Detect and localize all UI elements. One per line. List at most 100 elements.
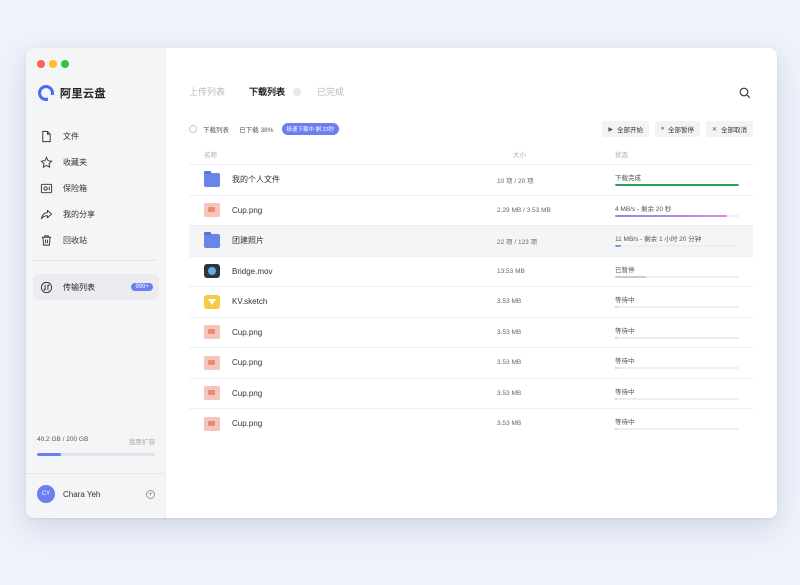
- logo-icon: [38, 85, 54, 101]
- table-row[interactable]: 我的个人文件 10 项 / 20 项 下载完成: [189, 164, 753, 195]
- transfer-status: 等待中: [615, 419, 635, 426]
- tab-upload[interactable]: 上传列表: [189, 85, 225, 98]
- pause-all-button[interactable]: ⏸ 全部暂停: [654, 121, 700, 137]
- select-all-checkbox[interactable]: [189, 125, 197, 133]
- file-size: 10 项 / 20 项: [497, 177, 534, 185]
- table-row[interactable]: Cup.png 3.53 MB 等待中: [189, 377, 753, 409]
- storage-progress-bar: [37, 453, 155, 456]
- user-name: Chara Yeh: [63, 489, 101, 499]
- main-panel: 上传列表 下载列表 已完成 下载列表 · 已下载 38% 极速下载中 剩 23秒 ▶…: [166, 48, 777, 518]
- transfer-tabs: 上传列表 下载列表 已完成: [189, 85, 344, 98]
- file-name: 团建照片: [232, 236, 264, 246]
- add-account-icon[interactable]: +: [146, 489, 155, 499]
- storage-usage: 40.2 GB / 200 GB 我要扩容: [37, 436, 155, 456]
- sidebar-item-trash[interactable]: 回收站: [38, 227, 158, 253]
- table-row[interactable]: Cup.png 2.29 MB / 3.53 MB 4 MB/s - 剩余 20 秒: [189, 194, 753, 226]
- table-row[interactable]: Bridge.mov 13.53 MB 已暂停: [189, 255, 753, 287]
- app-window: 阿里云盘 文件 收藏夹 保险箱 我的分享 回收站 传输列表 999+ 40.2 …: [26, 48, 777, 518]
- search-icon[interactable]: [739, 86, 751, 99]
- play-icon: ▶: [608, 126, 613, 133]
- sidebar-item-transfer[interactable]: 传输列表 999+: [33, 274, 159, 300]
- table-row[interactable]: Cup.png 3.53 MB 等待中: [189, 316, 753, 348]
- storage-used-text: 40.2 GB / 200 GB: [37, 436, 89, 443]
- start-all-button[interactable]: ▶ 全部开始: [602, 121, 649, 137]
- close-icon: ✕: [711, 126, 717, 133]
- share-icon: [40, 208, 53, 221]
- image-file-icon: [204, 386, 220, 401]
- progress-fill: [615, 367, 618, 369]
- sidebar-item-label: 文件: [63, 131, 79, 141]
- sidebar-item-safe[interactable]: 保险箱: [38, 175, 158, 201]
- image-file-icon: [204, 325, 220, 340]
- cancel-all-button[interactable]: ✕ 全部取消: [705, 121, 753, 137]
- download-list-label: 下载列表: [203, 127, 229, 134]
- progress-bar: [615, 214, 739, 217]
- progress-fill: [615, 184, 739, 186]
- folder-icon: [204, 170, 220, 187]
- user-profile[interactable]: CY Chara Yeh +: [37, 485, 155, 503]
- zoom-window-button[interactable]: [61, 60, 69, 68]
- safe-icon: [40, 182, 53, 195]
- file-size: 3.53 MB: [497, 389, 522, 397]
- minimize-window-button[interactable]: [49, 60, 57, 68]
- sidebar-divider: [34, 260, 157, 261]
- column-header-status[interactable]: 状态: [615, 149, 628, 159]
- sidebar-item-share[interactable]: 我的分享: [38, 201, 158, 227]
- file-name: Cup.png: [232, 358, 263, 368]
- speed-boost-tag: 极速下载中 剩 23秒: [281, 123, 340, 135]
- table-row[interactable]: Cup.png 3.53 MB 等待中: [189, 347, 753, 378]
- sidebar-item-label: 传输列表: [63, 282, 95, 292]
- file-size: 3.53 MB: [497, 328, 522, 336]
- transfer-status: 11 MB/s - 剩余 1 小时 20 分钟: [615, 236, 702, 243]
- progress-fill: [615, 428, 618, 430]
- star-icon: [40, 155, 53, 169]
- video-file-icon: [204, 264, 220, 279]
- tab-count-dot: [293, 87, 302, 96]
- sidebar-item-label: 回收站: [63, 235, 87, 245]
- progress-fill: [615, 275, 646, 278]
- file-name: Cup.png: [232, 205, 263, 215]
- pause-icon: ⏸: [660, 125, 664, 132]
- file-size: 3.53 MB: [497, 298, 522, 306]
- download-progress-text: 已下载 38%: [239, 127, 274, 134]
- progress-bar: [615, 275, 739, 278]
- tab-completed[interactable]: 已完成: [317, 85, 344, 98]
- window-controls: [37, 60, 69, 68]
- transfer-count-badge: 999+: [131, 283, 153, 291]
- progress-fill: [615, 306, 618, 308]
- progress-bar: [615, 336, 739, 339]
- bulk-actions: ▶ 全部开始 ⏸ 全部暂停 ✕ 全部取消: [602, 121, 753, 137]
- table-row[interactable]: KV.sketch 3.53 MB 等待中: [189, 286, 753, 317]
- sketch-file-icon: [204, 294, 220, 309]
- app-logo: 阿里云盘: [38, 85, 106, 101]
- avatar[interactable]: CY: [37, 485, 55, 503]
- folder-icon: [204, 231, 220, 248]
- sidebar-item-files[interactable]: 文件: [38, 123, 158, 149]
- sidebar: 阿里云盘 文件 收藏夹 保险箱 我的分享 回收站 传输列表 999+ 40.2 …: [26, 48, 166, 518]
- sidebar-item-label: 保险箱: [63, 183, 87, 193]
- table-row[interactable]: Cup.png 3.53 MB 等待中: [189, 408, 753, 439]
- file-icon: [40, 130, 53, 143]
- progress-bar: [615, 306, 739, 308]
- sidebar-item-favorites[interactable]: 收藏夹: [38, 149, 158, 175]
- close-window-button[interactable]: [37, 60, 45, 68]
- tab-download[interactable]: 下载列表: [249, 85, 285, 98]
- pause-all-label: 全部暂停: [667, 127, 694, 134]
- upgrade-storage-link[interactable]: 我要扩容: [129, 436, 155, 446]
- column-header-size[interactable]: 大小: [513, 149, 526, 159]
- sidebar-item-label: 收藏夹: [63, 157, 87, 167]
- column-header-name[interactable]: 名称: [204, 149, 217, 159]
- download-list: 我的个人文件 10 项 / 20 项 下载完成 Cup.png 2.29 MB / 3.…: [189, 164, 753, 439]
- progress-fill: [615, 336, 618, 339]
- transfer-status: 下载完成: [615, 175, 641, 182]
- trash-icon: [40, 234, 53, 247]
- file-size: 2.29 MB / 3.53 MB: [497, 206, 551, 214]
- sidebar-nav: 文件 收藏夹 保险箱 我的分享 回收站: [38, 123, 158, 253]
- image-file-icon: [204, 203, 220, 218]
- user-divider: [26, 473, 165, 474]
- cancel-all-label: 全部取消: [721, 127, 747, 134]
- table-row[interactable]: 团建照片 22 项 / 123 项 11 MB/s - 剩余 1 小时 20 分钟: [189, 225, 753, 256]
- file-name: Cup.png: [232, 327, 263, 337]
- transfer-status: 等待中: [615, 358, 635, 365]
- transfer-icon: [40, 281, 53, 294]
